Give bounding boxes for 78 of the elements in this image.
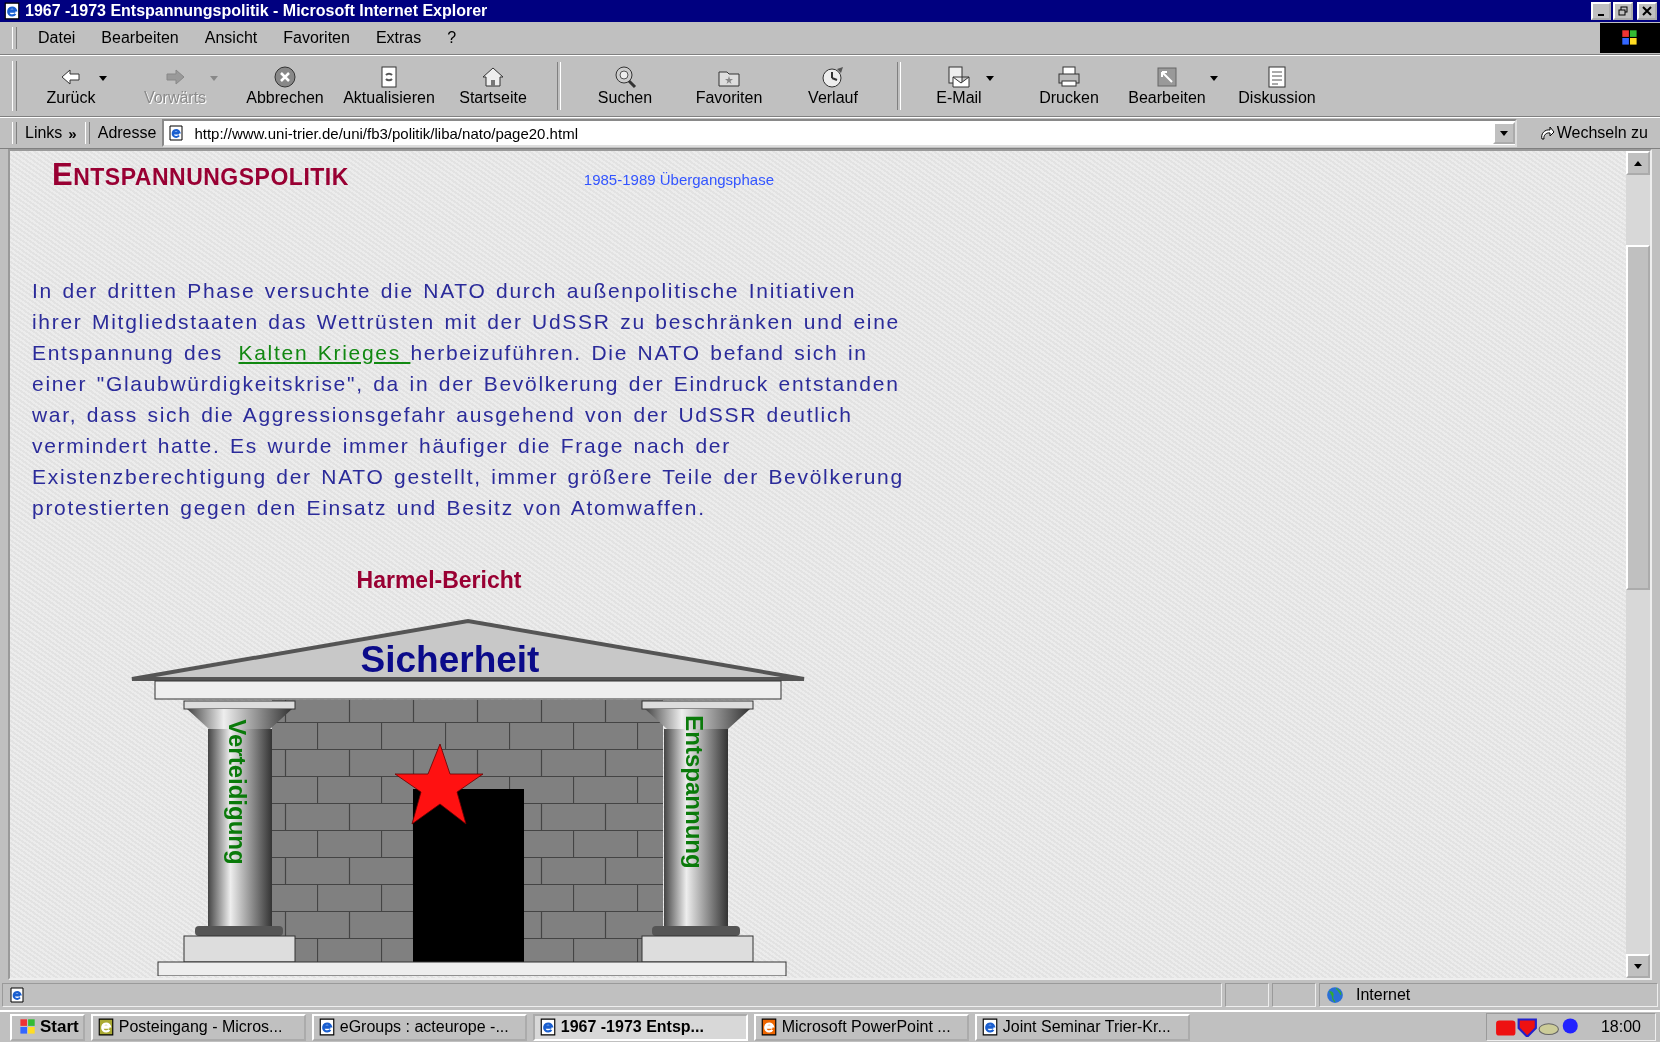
edit-icon: [1155, 65, 1179, 89]
taskbar-button[interactable]: 1967 -1973 Entsp...: [532, 1013, 748, 1041]
app-icon: [317, 1018, 336, 1036]
toolbar-button[interactable]: Zurück: [25, 63, 129, 109]
address-field[interactable]: http://www.uni-trier.de/uni/fb3/politik/liba/nato/page20.html: [162, 119, 1517, 147]
page-heading: ENTSPANNUNGSPOLITIK: [52, 157, 349, 193]
minimize-icon: [1598, 14, 1604, 16]
search-icon: [613, 65, 637, 89]
body-paragraph: In der dritten Phase versuchte die NATO durch außenpolitische Initiativen ihrer Mitgliedstaaten das Wettrüsten mit der UdSSR zu beschränken und eine Entspannung des Kalten Krieges herbeizuführen. Die NATO befand sich in einer "Glaubwürdigkeitskrise", da in der Bevölkerung der Eindruck entstanden war, dass sich die Aggressionsgefahr ausgehend von der UdSSR deutlich vermindert hatte. Es wurde immer häufiger die Frage nach der Existenzberechtigung der NATO gestellt, immer größere Teile der Bevölkerung protestierten gegen den Einsatz und Besitz von Atomwaffen.: [32, 278, 905, 521]
taskbar-button[interactable]: Joint Seminar Trier-Kr...: [974, 1013, 1190, 1041]
history-icon: [821, 65, 845, 89]
restore-icon: [1618, 6, 1628, 16]
window-title: 1967 -1973 Entspannungspolitik - Microsoft Internet Explorer: [25, 2, 489, 20]
globe-icon: [1326, 986, 1344, 1004]
dropdown-arrow-icon: [210, 75, 219, 81]
toolbar-button[interactable]: Drucken: [1017, 63, 1121, 109]
security-zone: Internet: [1356, 986, 1411, 1004]
arrow-icon: [1538, 125, 1555, 141]
dropdown-arrow-icon: [99, 75, 108, 81]
app-icon: [96, 1018, 115, 1036]
go-button[interactable]: Wechseln zu: [1532, 123, 1654, 143]
diagram-title: Harmel-Bericht: [355, 567, 523, 594]
browser-icon: [3, 2, 21, 20]
menu-item[interactable]: Datei: [25, 29, 89, 47]
dropdown-arrow-icon: [985, 75, 994, 81]
inline-link[interactable]: Kalten Krieges: [238, 341, 411, 364]
start-button[interactable]: Start: [10, 1013, 85, 1041]
down-arrow-icon: [1634, 963, 1642, 969]
dropdown-arrow-icon: [1209, 75, 1218, 81]
clock: 18:00: [1600, 1018, 1641, 1036]
links-label[interactable]: Links: [25, 124, 63, 142]
dropdown-button[interactable]: [1492, 122, 1515, 144]
minimize-button[interactable]: [1591, 2, 1611, 20]
menu-item[interactable]: ?: [434, 29, 470, 47]
scroll-up-button[interactable]: [1626, 151, 1650, 175]
taskbar-button[interactable]: Microsoft PowerPoint ...: [753, 1013, 969, 1041]
scrollbar-thumb[interactable]: [1626, 245, 1650, 590]
toolbar-button[interactable]: Diskussion: [1225, 63, 1329, 109]
pillar-label: Entspannung: [681, 715, 708, 869]
toolbar-button[interactable]: Favoriten: [677, 63, 781, 109]
toolbar-button[interactable]: Verlauf: [781, 63, 885, 109]
caret-icon: [1499, 130, 1508, 136]
app-icon: [538, 1018, 557, 1036]
page-icon: [9, 987, 25, 1003]
windows-logo: [1600, 23, 1660, 53]
scroll-down-button[interactable]: [1626, 954, 1650, 978]
status-pane: [1225, 983, 1269, 1007]
stop-icon: [273, 65, 297, 89]
toolbar-button[interactable]: Aktualisieren: [337, 63, 441, 109]
mail-icon: [947, 65, 971, 89]
app-icon: [759, 1018, 778, 1036]
menu-item[interactable]: Bearbeiten: [88, 29, 192, 47]
close-button[interactable]: [1637, 2, 1657, 20]
menu-item[interactable]: Ansicht: [191, 29, 271, 47]
tray-icons-drawing[interactable]: [1494, 1017, 1581, 1037]
taskbar-button[interactable]: eGroups : acteurope -...: [311, 1013, 527, 1041]
toolbar-button[interactable]: Abbrechen: [233, 63, 337, 109]
toolbar-button[interactable]: Bearbeiten: [1121, 63, 1225, 109]
menu-item[interactable]: Extras: [362, 29, 435, 47]
app-icon: [980, 1018, 999, 1036]
roof-label: Sicherheit: [360, 639, 540, 680]
discuss-icon: [1265, 65, 1289, 89]
toolbar-button[interactable]: E-Mail: [913, 63, 1017, 109]
home-icon: [481, 65, 505, 89]
restore-button[interactable]: [1613, 2, 1633, 20]
print-icon: [1057, 65, 1081, 89]
taskbar-button[interactable]: Posteingang - Micros...: [90, 1013, 306, 1041]
toolbar-button[interactable]: Suchen: [573, 63, 677, 109]
address-label: Adresse: [97, 124, 157, 142]
up-arrow-icon: [1634, 160, 1642, 166]
close-icon: [1642, 6, 1652, 16]
page-icon: [168, 125, 185, 141]
links-chevron[interactable]: »: [68, 124, 77, 142]
toolbar-button[interactable]: Startseite: [441, 63, 545, 109]
status-pane: [1272, 983, 1316, 1007]
pillar-label: Verteidigung: [224, 719, 251, 865]
nav-link[interactable]: 1985-1989 Übergangsphase: [583, 171, 774, 188]
menu-item[interactable]: Favoriten: [270, 29, 363, 47]
